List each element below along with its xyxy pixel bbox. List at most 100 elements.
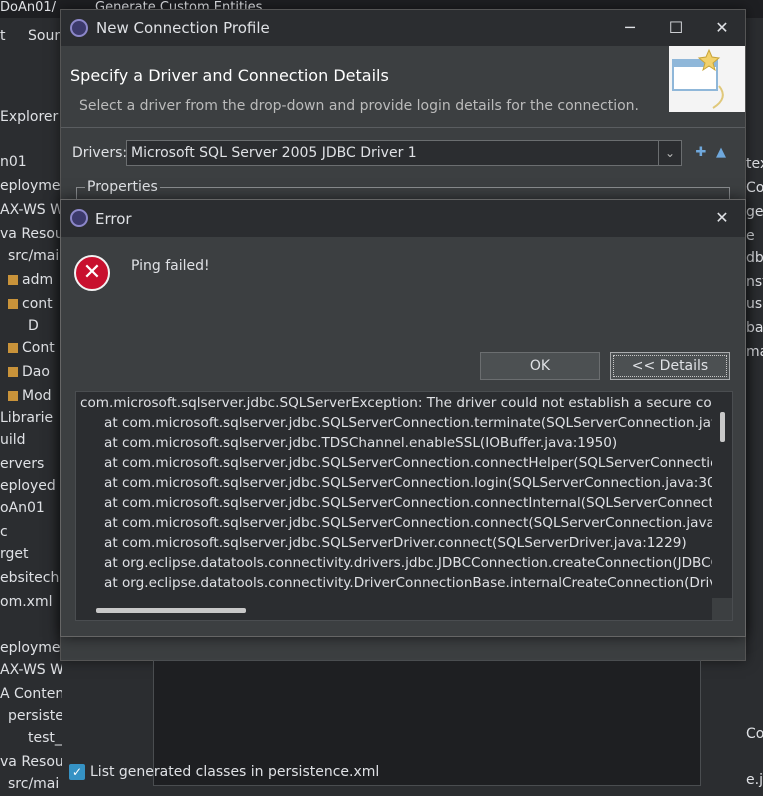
tree-item[interactable]: eployed xyxy=(0,478,56,494)
stack-trace-line: com.microsoft.sqlserver.jdbc.SQLServerEx… xyxy=(80,395,733,411)
tree-item-label: adm xyxy=(22,272,54,288)
close-button[interactable]: ✕ xyxy=(699,10,745,46)
right-panel-item[interactable]: ma xyxy=(746,344,763,360)
stack-trace-line: at com.microsoft.sqlserver.jdbc.SQLServe… xyxy=(104,455,732,471)
wizard-subheading: Select a driver from the drop-down and p… xyxy=(79,98,639,114)
list-classes-label: List generated classes in persistence.xm… xyxy=(90,764,380,780)
project-tree: n01 eploymen AX-WS W va Resou src/main a… xyxy=(0,150,62,796)
stack-trace-line: at com.microsoft.sqlserver.jdbc.TDSChann… xyxy=(104,435,618,451)
chevron-down-icon[interactable]: ⌄ xyxy=(658,141,681,165)
ok-button[interactable]: OK xyxy=(480,352,600,380)
tree-item[interactable]: rget xyxy=(0,546,29,562)
window-title: New Connection Profile xyxy=(96,19,270,37)
tree-item-label: cont xyxy=(22,296,53,312)
edit-driver-icon[interactable]: ▲ xyxy=(713,145,729,161)
properties-label: Properties xyxy=(85,179,160,195)
ide-tab-project[interactable]: DoAn01/ xyxy=(0,0,56,15)
stack-trace-line: at com.microsoft.sqlserver.jdbc.SQLServe… xyxy=(104,475,733,491)
right-panel-item[interactable]: nst xyxy=(746,274,763,290)
vertical-scrollbar[interactable] xyxy=(712,392,732,598)
drivers-label: Drivers: xyxy=(72,145,128,161)
tree-item[interactable]: persiste xyxy=(8,708,62,724)
tree-item[interactable]: Cont xyxy=(8,340,55,356)
tree-item[interactable]: AX-WS W xyxy=(0,662,62,678)
error-icon: ✕ xyxy=(74,255,110,291)
right-panel-item[interactable]: e xyxy=(746,228,755,244)
tree-item[interactable]: test_ xyxy=(28,730,62,746)
package-icon xyxy=(8,343,18,353)
details-text-area[interactable]: com.microsoft.sqlserver.jdbc.SQLServerEx… xyxy=(75,391,733,621)
tree-item[interactable]: om.xml xyxy=(0,594,52,610)
package-icon xyxy=(8,367,18,377)
tree-item[interactable]: Librarie xyxy=(0,410,53,426)
tree-item[interactable]: va Resou xyxy=(0,754,62,770)
tree-item[interactable]: A Conten xyxy=(0,686,62,702)
window-title-bar[interactable]: New Connection Profile ─ ☐ ✕ xyxy=(61,10,745,46)
wizard-heading: Specify a Driver and Connection Details xyxy=(70,66,389,85)
tree-item[interactable]: oAn01 xyxy=(0,500,45,516)
right-panel-item[interactable]: tex xyxy=(746,156,763,172)
tree-item[interactable]: Mod xyxy=(8,388,52,404)
tree-item[interactable]: uild xyxy=(0,432,26,448)
tree-item[interactable]: n01 xyxy=(0,154,27,170)
tree-item[interactable]: adm xyxy=(8,272,53,288)
explorer-tab-label: Explorer xyxy=(0,109,59,125)
error-close-button[interactable]: ✕ xyxy=(699,200,745,236)
tree-item[interactable]: ervers xyxy=(0,456,44,472)
tree-item[interactable]: D xyxy=(28,318,39,334)
drivers-dropdown-value: Microsoft SQL Server 2005 JDBC Driver 1 xyxy=(131,145,417,161)
stack-trace-line: at org.eclipse.datatools.connectivity.Dr… xyxy=(104,575,732,591)
drivers-dropdown[interactable]: Microsoft SQL Server 2005 JDBC Driver 1 … xyxy=(126,140,682,166)
scrollbar-corner xyxy=(712,598,732,620)
tree-item[interactable]: va Resou xyxy=(0,226,62,242)
tree-item[interactable]: cont xyxy=(8,296,53,312)
tree-item-label: Cont xyxy=(22,340,55,356)
right-panel: tex Cor ge e dbN nst use bas ma Co e.ju xyxy=(744,40,763,796)
menu-item-source[interactable]: Sour xyxy=(28,28,60,44)
tree-item[interactable]: eploymen xyxy=(0,640,62,656)
details-button[interactable]: << Details xyxy=(610,352,730,380)
explorer-tab[interactable]: Explorer xyxy=(0,108,62,130)
right-panel-item[interactable]: ge xyxy=(746,204,763,220)
horizontal-scrollbar[interactable] xyxy=(76,598,712,620)
package-icon xyxy=(8,391,18,401)
eclipse-app-icon xyxy=(70,19,88,37)
minimize-button[interactable]: ─ xyxy=(607,10,653,46)
tree-item-label: Dao xyxy=(22,364,50,380)
package-icon xyxy=(8,275,18,285)
vertical-scrollbar-thumb[interactable] xyxy=(720,412,725,442)
eclipse-app-icon xyxy=(70,209,88,227)
package-icon xyxy=(8,299,18,309)
error-title: Error xyxy=(95,210,132,228)
tree-item[interactable]: ebsitech xyxy=(0,570,59,586)
stack-trace-line: at com.microsoft.sqlserver.jdbc.SQLServe… xyxy=(104,495,733,511)
right-panel-item[interactable]: e.ju xyxy=(746,772,763,788)
new-driver-icon[interactable]: ✚ xyxy=(693,145,709,161)
tree-item[interactable]: c xyxy=(0,524,8,540)
wizard-banner-icon xyxy=(669,46,745,112)
header-separator xyxy=(61,127,745,128)
right-panel-item[interactable]: bas xyxy=(746,320,763,336)
right-panel-item[interactable]: Co xyxy=(746,726,763,742)
menu-item[interactable]: t xyxy=(0,28,6,44)
right-panel-item[interactable]: dbN xyxy=(746,250,763,266)
tree-item[interactable]: Dao xyxy=(8,364,50,380)
error-message: Ping failed! xyxy=(131,258,210,274)
list-classes-checkbox[interactable]: ✓ xyxy=(69,764,85,780)
stack-trace-line: at com.microsoft.sqlserver.jdbc.SQLServe… xyxy=(104,515,733,531)
tree-item[interactable]: AX-WS W xyxy=(0,202,62,218)
stack-trace-line: at org.eclipse.datatools.connectivity.dr… xyxy=(104,555,729,571)
tree-item[interactable]: eploymen xyxy=(0,178,62,194)
stack-trace-line: at com.microsoft.sqlserver.jdbc.SQLServe… xyxy=(104,415,733,431)
error-dialog: Error ✕ ✕ Ping failed! OK << Details com… xyxy=(60,199,746,637)
wizard-header: Specify a Driver and Connection Details … xyxy=(61,46,745,130)
stack-trace-line: at com.microsoft.sqlserver.jdbc.SQLServe… xyxy=(104,535,687,551)
right-panel-item[interactable]: Cor xyxy=(746,180,763,196)
error-title-bar[interactable]: Error ✕ xyxy=(61,200,745,237)
tree-item[interactable]: src/main xyxy=(8,248,62,264)
tree-item-label: Mod xyxy=(22,388,52,404)
horizontal-scrollbar-thumb[interactable] xyxy=(96,608,246,613)
right-panel-item[interactable]: use xyxy=(746,296,763,312)
maximize-button[interactable]: ☐ xyxy=(653,10,699,46)
tree-item[interactable]: src/mai xyxy=(8,776,59,792)
